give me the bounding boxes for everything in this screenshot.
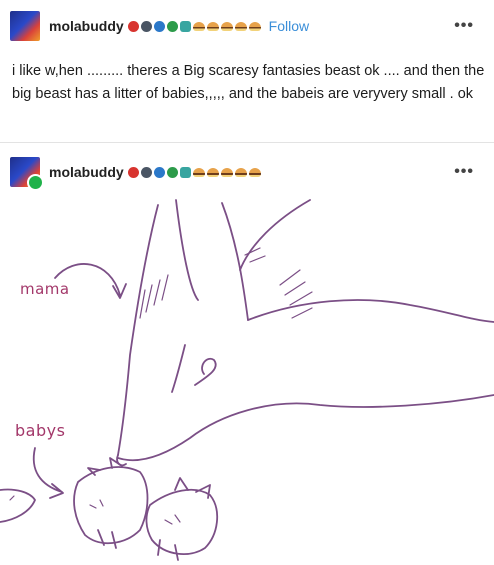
follow-button[interactable]: Follow	[269, 18, 309, 34]
username[interactable]: molabuddy	[49, 18, 124, 34]
beast-back-ear	[239, 199, 311, 271]
online-badge-icon	[27, 174, 44, 191]
beast-left-ear	[117, 204, 159, 456]
baby-middle	[73, 466, 149, 545]
badge-row	[127, 20, 261, 32]
more-options-icon[interactable]: •••	[454, 163, 474, 181]
baby-left	[0, 488, 36, 523]
burger-badge-icon	[206, 167, 219, 177]
gray-badge-icon	[140, 166, 152, 178]
post-header: molabuddy Follow •••	[0, 6, 494, 46]
beast-neck	[247, 299, 494, 323]
green-badge-icon	[166, 20, 178, 32]
blue-badge-icon	[153, 20, 165, 32]
babys-arrow	[32, 447, 64, 499]
burger-badge-icon	[220, 21, 233, 31]
reblog-header: molabuddy •••	[0, 152, 494, 192]
red-badge-icon	[127, 20, 139, 32]
baby-right	[145, 488, 219, 555]
beast-eye	[171, 344, 186, 393]
label-babys: babys	[15, 421, 66, 440]
burger-badge-icon	[206, 21, 219, 31]
red-badge-icon	[127, 166, 139, 178]
burger-badge-icon	[220, 167, 233, 177]
burger-badge-icon	[234, 21, 247, 31]
burger-badge-icon	[234, 167, 247, 177]
badge-row	[127, 166, 261, 178]
beast-jaw	[117, 394, 494, 462]
burger-badge-icon	[192, 21, 205, 31]
avatar[interactable]	[10, 11, 40, 41]
burger-badge-icon	[248, 167, 261, 177]
beast-inner-ear	[175, 199, 199, 301]
beast-drawing	[0, 199, 494, 561]
beast-cheek-swirl	[194, 357, 217, 386]
blue-badge-icon	[153, 166, 165, 178]
username[interactable]: molabuddy	[49, 164, 124, 180]
green-badge-icon	[166, 166, 178, 178]
more-options-icon[interactable]: •••	[454, 17, 474, 35]
avatar[interactable]	[10, 157, 44, 191]
teal-badge-icon	[179, 20, 191, 32]
burger-badge-icon	[192, 167, 205, 177]
gray-badge-icon	[140, 20, 152, 32]
post-body-text: i like w,hen ......... theres a Big scar…	[12, 63, 485, 102]
burger-badge-icon	[248, 21, 261, 31]
teal-badge-icon	[179, 166, 191, 178]
post-divider	[0, 142, 494, 143]
label-mama: mama	[20, 280, 70, 298]
